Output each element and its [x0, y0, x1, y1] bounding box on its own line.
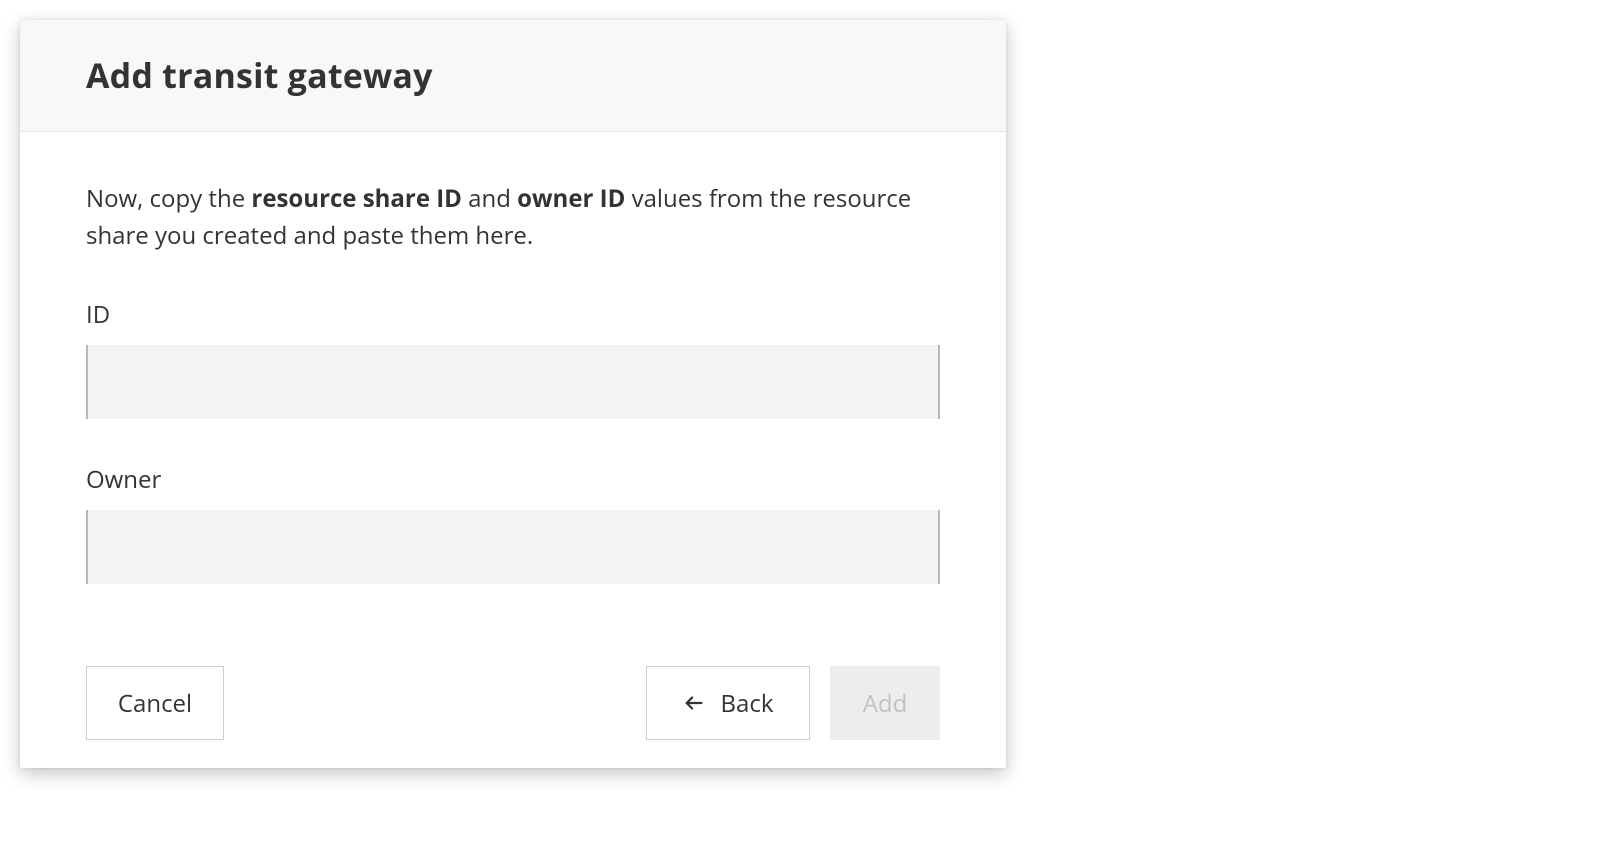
modal-footer: Cancel Back Add — [20, 648, 1006, 768]
arrow-left-icon — [683, 692, 705, 714]
back-button-label: Back — [721, 687, 774, 720]
cancel-button[interactable]: Cancel — [86, 666, 224, 740]
field-block-owner: Owner — [86, 463, 940, 584]
add-transit-gateway-modal: Add transit gateway Now, copy the resour… — [20, 20, 1006, 768]
owner-label: Owner — [86, 463, 940, 496]
id-input[interactable] — [86, 345, 940, 419]
add-button[interactable]: Add — [830, 666, 940, 740]
modal-title: Add transit gateway — [86, 56, 940, 95]
cancel-button-label: Cancel — [118, 687, 192, 720]
add-button-label: Add — [863, 687, 908, 720]
instructions-pre: Now, copy the — [86, 182, 251, 215]
instructions-bold-owner-id: owner ID — [517, 182, 625, 215]
modal-header: Add transit gateway — [20, 20, 1006, 132]
owner-input[interactable] — [86, 510, 940, 584]
instructions-mid: and — [462, 182, 517, 215]
field-block-id: ID — [86, 298, 940, 419]
instructions-text: Now, copy the resource share ID and owne… — [86, 180, 940, 254]
instructions-bold-resource-share-id: resource share ID — [251, 182, 462, 215]
footer-right-group: Back Add — [646, 666, 940, 740]
back-button[interactable]: Back — [646, 666, 810, 740]
id-label: ID — [86, 298, 940, 331]
modal-body: Now, copy the resource share ID and owne… — [20, 132, 1006, 648]
